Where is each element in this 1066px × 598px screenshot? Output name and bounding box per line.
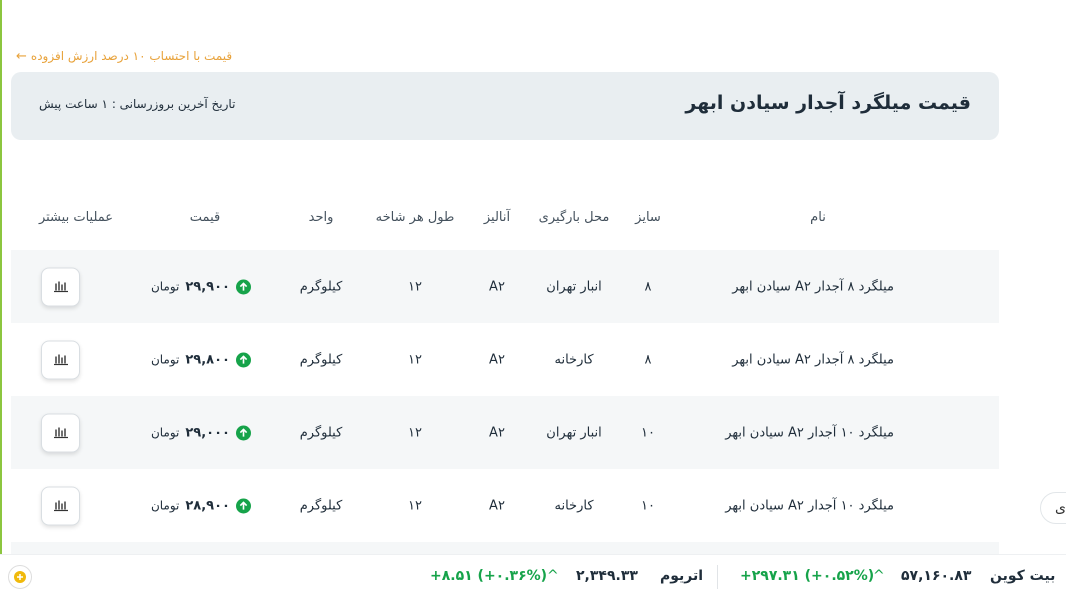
size-cell: ۱۰ bbox=[641, 425, 655, 440]
price-chart-button[interactable] bbox=[41, 267, 80, 306]
analysis-cell: A۲ bbox=[489, 498, 505, 513]
product-name[interactable]: میلگرد ۱۰ آجدار A۲ سیادن ابهر bbox=[725, 498, 894, 513]
bar-chart-icon bbox=[53, 423, 69, 442]
side-tab-label: ی bbox=[1055, 500, 1066, 516]
unit-cell: کیلوگرم bbox=[299, 498, 343, 513]
crypto-ticker: +۸.۵۱ (+۰.۳۶%) ^ ۲,۳۴۹.۳۳ اتریوم +۲۹۷.۳۱… bbox=[0, 554, 1066, 598]
vat-link-label: قیمت با احتساب ۱۰ درصد ارزش افزوده bbox=[30, 49, 233, 63]
price-value: ۲۹,۰۰۰ bbox=[185, 425, 230, 440]
location-cell: کارخانه bbox=[554, 498, 594, 513]
page-title: قیمت میلگرد آجدار سیادن ابهر bbox=[685, 92, 971, 114]
unit-cell: کیلوگرم bbox=[299, 425, 343, 440]
coin-icon bbox=[8, 565, 32, 589]
price-cell: ۲۸,۹۰۰ تومان bbox=[151, 498, 251, 513]
price-up-icon bbox=[236, 498, 251, 513]
price-cell: ۲۹,۸۰۰ تومان bbox=[151, 352, 251, 367]
left-accent-bar bbox=[0, 0, 2, 597]
side-tab[interactable]: ی bbox=[1040, 492, 1066, 524]
location-cell: انبار تهران bbox=[546, 425, 602, 440]
product-name[interactable]: میلگرد ۸ آجدار A۲ سیادن ابهر bbox=[732, 352, 894, 367]
table-row: میلگرد ۱۰ آجدار A۲ سیادن ابهر ۱۰ انبار ت… bbox=[11, 396, 999, 469]
length-cell: ۱۲ bbox=[408, 352, 422, 367]
btc-up-caret-icon: ^ bbox=[873, 568, 885, 584]
eth-name[interactable]: اتریوم bbox=[660, 568, 703, 584]
unit-cell: کیلوگرم bbox=[299, 352, 343, 367]
currency-label: تومان bbox=[150, 425, 180, 440]
table-row: میلگرد ۸ آجدار A۲ سیادن ابهر ۸ کارخانه A… bbox=[11, 323, 999, 396]
page-header: قیمت میلگرد آجدار سیادن ابهر تاریخ آخرین… bbox=[11, 72, 999, 140]
price-table: نام سایز محل بارگیری آنالیز طول هر شاخه … bbox=[11, 200, 999, 554]
price-chart-button[interactable] bbox=[41, 413, 80, 452]
ticker-divider bbox=[717, 565, 718, 589]
price-chart-button[interactable] bbox=[41, 486, 80, 525]
price-up-icon bbox=[236, 425, 251, 440]
price-value: ۲۸,۹۰۰ bbox=[185, 498, 230, 513]
size-cell: ۱۰ bbox=[641, 498, 655, 513]
product-name[interactable]: میلگرد ۸ آجدار A۲ سیادن ابهر bbox=[732, 279, 894, 294]
analysis-cell: A۲ bbox=[489, 279, 505, 294]
column-header-length: طول هر شاخه bbox=[375, 210, 455, 225]
price-cell: ۲۹,۰۰۰ تومان bbox=[151, 425, 251, 440]
length-cell: ۱۲ bbox=[408, 425, 422, 440]
table-header: نام سایز محل بارگیری آنالیز طول هر شاخه … bbox=[11, 200, 999, 238]
column-header-actions: عملیات بیشتر bbox=[38, 210, 114, 225]
vat-price-link[interactable]: قیمت با احتساب ۱۰ درصد ارزش افزوده ← bbox=[16, 46, 236, 66]
currency-label: تومان bbox=[150, 498, 180, 513]
price-value: ۲۹,۹۰۰ bbox=[185, 279, 230, 294]
size-cell: ۸ bbox=[644, 352, 652, 367]
currency-label: تومان bbox=[150, 279, 180, 294]
arrow-left-icon: ← bbox=[16, 48, 27, 64]
column-header-size: سایز bbox=[635, 210, 661, 225]
eth-price: ۲,۳۴۹.۳۳ bbox=[576, 568, 638, 584]
currency-label: تومان bbox=[150, 352, 180, 367]
unit-cell: کیلوگرم bbox=[299, 279, 343, 294]
bar-chart-icon bbox=[53, 277, 69, 296]
last-update-text: تاریخ آخرین بروزرسانی : ۱ ساعت پیش bbox=[39, 97, 236, 111]
bar-chart-icon bbox=[53, 350, 69, 369]
column-header-name: نام bbox=[810, 210, 826, 225]
product-name[interactable]: میلگرد ۱۰ آجدار A۲ سیادن ابهر bbox=[725, 425, 894, 440]
btc-change: +۲۹۷.۳۱ (+۰.۵۲%) bbox=[740, 568, 875, 584]
table-row-partial bbox=[11, 542, 999, 554]
location-cell: انبار تهران bbox=[546, 279, 602, 294]
btc-price: ۵۷,۱۶۰.۸۳ bbox=[901, 568, 972, 584]
price-up-icon bbox=[236, 279, 251, 294]
column-header-analysis: آنالیز bbox=[483, 210, 511, 225]
size-cell: ۸ bbox=[644, 279, 652, 294]
btc-name[interactable]: بیت کوین bbox=[990, 568, 1055, 584]
eth-change: +۸.۵۱ (+۰.۳۶%) bbox=[430, 568, 548, 584]
eth-up-caret-icon: ^ bbox=[547, 568, 559, 584]
price-chart-button[interactable] bbox=[41, 340, 80, 379]
column-header-unit: واحد bbox=[308, 210, 334, 225]
column-header-price: قیمت bbox=[189, 210, 221, 225]
analysis-cell: A۲ bbox=[489, 352, 505, 367]
price-up-icon bbox=[236, 352, 251, 367]
price-cell: ۲۹,۹۰۰ تومان bbox=[151, 279, 251, 294]
table-row: میلگرد ۸ آجدار A۲ سیادن ابهر ۸ انبار تهر… bbox=[11, 250, 999, 323]
table-row: میلگرد ۱۰ آجدار A۲ سیادن ابهر ۱۰ کارخانه… bbox=[11, 469, 999, 542]
analysis-cell: A۲ bbox=[489, 425, 505, 440]
column-header-location: محل بارگیری bbox=[538, 210, 610, 225]
bar-chart-icon bbox=[53, 496, 69, 515]
price-value: ۲۹,۸۰۰ bbox=[185, 352, 230, 367]
length-cell: ۱۲ bbox=[408, 279, 422, 294]
location-cell: کارخانه bbox=[554, 352, 594, 367]
length-cell: ۱۲ bbox=[408, 498, 422, 513]
